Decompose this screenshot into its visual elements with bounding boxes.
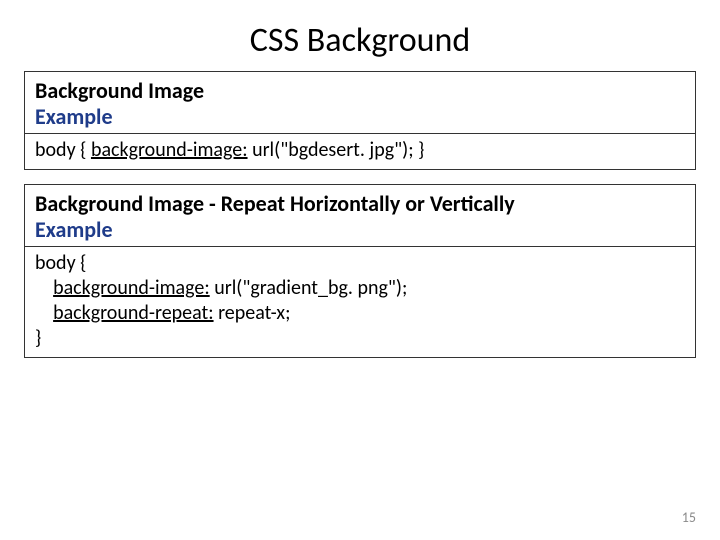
box-2-code: body { background-image: url("gradient_b…	[25, 246, 695, 357]
code-text: repeat-x;	[214, 301, 291, 325]
box-1-header: Background Image Example	[25, 72, 695, 133]
box-2-header: Background Image - Repeat Horizontally o…	[25, 185, 695, 246]
code-indent	[35, 276, 53, 300]
code-text: body {	[35, 138, 91, 162]
code-prop: background-repeat:	[53, 301, 213, 325]
page-number: 15	[682, 509, 696, 526]
slide: CSS Background Background Image Example …	[0, 0, 720, 540]
box-2: Background Image - Repeat Horizontally o…	[24, 184, 696, 358]
code-prop: background-image:	[53, 276, 210, 300]
box-2-heading: Background Image - Repeat Horizontally o…	[35, 191, 685, 217]
code-open: body {	[35, 251, 86, 275]
box-1: Background Image Example body { backgrou…	[24, 71, 696, 170]
code-text: url("bgdesert. jpg"); }	[248, 138, 425, 162]
page-title: CSS Background	[24, 20, 696, 61]
code-prop: background-image:	[91, 138, 248, 162]
box-1-code: body { background-image: url("bgdesert. …	[25, 133, 695, 169]
box-1-heading: Background Image	[35, 78, 685, 104]
box-2-example-label: Example	[35, 217, 685, 243]
code-indent	[35, 301, 53, 325]
code-text: url("gradient_bg. png");	[210, 276, 408, 300]
code-close: }	[35, 326, 41, 350]
box-1-example-label: Example	[35, 104, 685, 130]
